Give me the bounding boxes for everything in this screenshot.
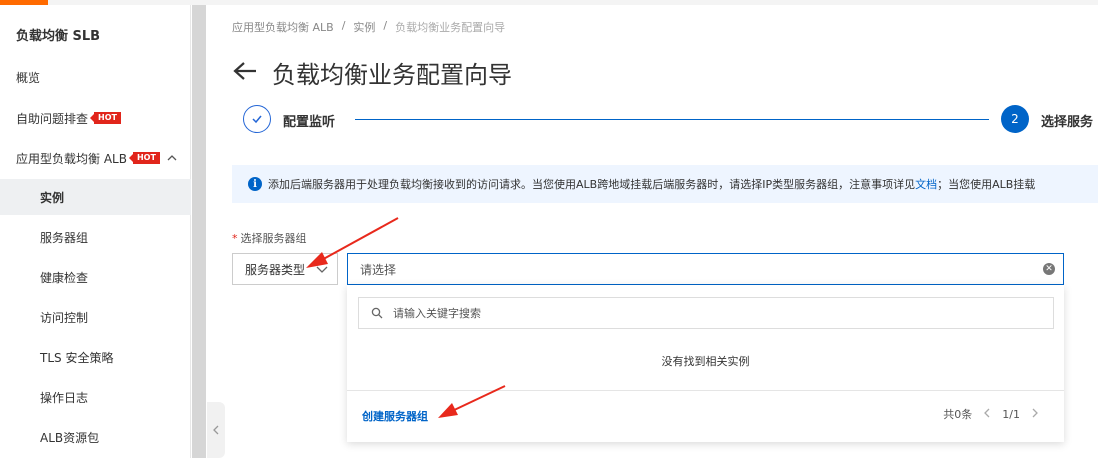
- page-header: 负载均衡业务配置向导: [232, 55, 512, 90]
- sidebar-item-overview[interactable]: 概览: [0, 59, 191, 95]
- dropdown-search-input[interactable]: 请输入关键字搜索: [358, 297, 1054, 329]
- sidebar-item-label: 服务器组: [40, 230, 89, 245]
- sidebar-item-troubleshoot[interactable]: 自助问题排查 HOT: [0, 100, 191, 136]
- step-2-label: 选择服务: [1041, 115, 1094, 130]
- sidebar-item-resource-pack[interactable]: ALB资源包: [0, 419, 191, 455]
- sidebar-item-server-groups[interactable]: 服务器组: [0, 219, 191, 255]
- next-page-icon[interactable]: [1030, 407, 1040, 422]
- sidebar-item-label: 自助问题排查: [16, 111, 89, 126]
- clear-icon[interactable]: ✕: [1043, 263, 1055, 275]
- chevron-down-icon: [315, 263, 329, 278]
- dropdown-divider: [347, 390, 1064, 391]
- sidebar-item-label: TLS 安全策略: [40, 350, 114, 365]
- sidebar: 负载均衡 SLB 概览 自助问题排查 HOT 应用型负载均衡 ALB HOT 实例 …: [0, 5, 191, 458]
- sidebar-scrollbar[interactable]: [192, 5, 206, 458]
- server-type-select[interactable]: 服务器类型: [232, 253, 338, 285]
- step-2-number: 2: [1001, 105, 1029, 133]
- sidebar-title: 负载均衡 SLB: [16, 29, 101, 44]
- total-count: 共0条: [943, 408, 973, 421]
- chevron-up-icon: [166, 152, 178, 164]
- sidebar-item-label: ALB资源包: [40, 430, 100, 445]
- required-mark: *: [232, 232, 238, 245]
- page-indicator: 1/1: [1002, 407, 1020, 421]
- info-text: 添加后端服务器用于处理负载均衡接收到的访问请求。当您使用ALB跨地域挂载后端服务…: [268, 178, 916, 191]
- info-text-after: ；当您使用ALB挂载: [937, 178, 1036, 191]
- sidebar-item-alb[interactable]: 应用型负载均衡 ALB HOT: [0, 140, 191, 176]
- create-server-group-link[interactable]: 创建服务器组: [362, 408, 428, 424]
- sidebar-item-label: 操作日志: [40, 390, 89, 405]
- server-group-label: * 选择服务器组: [232, 230, 307, 246]
- sidebar-item-label: 健康检查: [40, 270, 89, 285]
- combobox-placeholder: 请选择: [360, 262, 397, 277]
- sidebar-item-label: 应用型负载均衡 ALB: [16, 151, 127, 166]
- back-arrow-icon[interactable]: [232, 60, 258, 86]
- breadcrumb-item-current: 负载均衡业务配置向导: [395, 21, 506, 34]
- info-banner: i 添加后端服务器用于处理负载均衡接收到的访问请求。当您使用ALB跨地域挂载后端…: [232, 165, 1098, 203]
- sidebar-item-label: 访问控制: [40, 310, 89, 325]
- sidebar-item-health-check[interactable]: 健康检查: [0, 259, 191, 295]
- sidebar-item-instances[interactable]: 实例: [0, 179, 191, 215]
- breadcrumb-separator: /: [383, 19, 388, 32]
- hot-badge: HOT: [90, 112, 121, 124]
- doc-link[interactable]: 文档: [915, 176, 937, 192]
- breadcrumb-item-instances[interactable]: 实例: [353, 19, 375, 35]
- breadcrumb-separator: /: [341, 19, 346, 32]
- sidebar-item-label: 实例: [40, 190, 65, 205]
- server-group-combobox[interactable]: 请选择 ✕: [347, 253, 1064, 285]
- step-1-check-icon: [243, 105, 271, 133]
- field-label-text: 选择服务器组: [240, 232, 307, 245]
- wizard-steps: 配置监听 2 选择服务: [243, 105, 1098, 135]
- main-content: 应用型负载均衡 ALB / 实例 / 负载均衡业务配置向导 负载均衡业务配置向导…: [207, 5, 1098, 458]
- breadcrumb-item-alb[interactable]: 应用型负载均衡 ALB: [232, 19, 334, 35]
- prev-page-icon[interactable]: [982, 407, 992, 422]
- breadcrumb: 应用型负载均衡 ALB / 实例 / 负载均衡业务配置向导: [232, 19, 505, 35]
- sidebar-item-tls-policy[interactable]: TLS 安全策略: [0, 339, 191, 375]
- step-connector: [355, 119, 989, 120]
- empty-message: 没有找到相关实例: [661, 355, 750, 368]
- pagination: 共0条 1/1: [943, 406, 1040, 422]
- sidebar-item-label: 概览: [16, 70, 41, 85]
- server-type-value: 服务器类型: [245, 262, 306, 277]
- hot-badge: HOT: [128, 152, 160, 164]
- step-1-label: 配置监听: [283, 115, 336, 130]
- search-icon: [371, 307, 383, 319]
- sidebar-item-operation-log[interactable]: 操作日志: [0, 379, 191, 415]
- search-placeholder: 请输入关键字搜索: [393, 307, 481, 320]
- server-group-dropdown: 请输入关键字搜索 没有找到相关实例 创建服务器组 共0条 1/1: [347, 285, 1064, 442]
- page-title: 负载均衡业务配置向导: [272, 61, 512, 89]
- sidebar-item-access-control[interactable]: 访问控制: [0, 299, 191, 335]
- info-icon: i: [248, 177, 262, 191]
